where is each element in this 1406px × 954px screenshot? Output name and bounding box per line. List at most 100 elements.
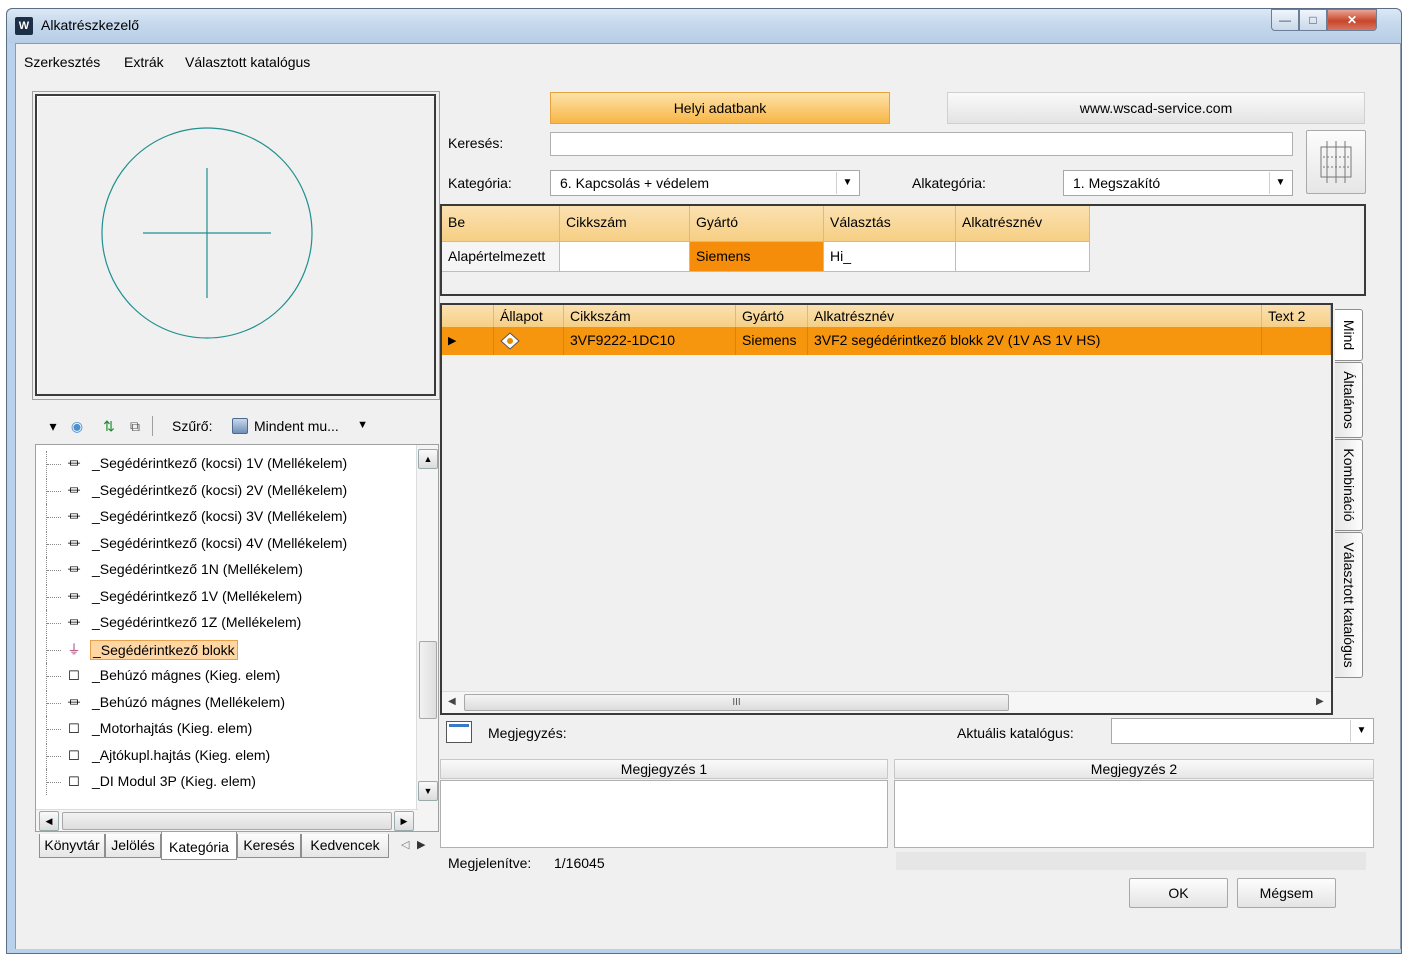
hscroll-thumb[interactable] [62,812,392,830]
tree-item[interactable]: ☐ _DI Modul 3P (Kieg. elem) [36,769,408,795]
results-header-alkatresznev[interactable]: Alkatrésznév [808,305,1262,327]
search-input[interactable] [550,132,1293,156]
hscroll-thumb[interactable]: III [464,694,1009,711]
tree-item[interactable]: ⏛ _Segédérintkező (kocsi) 2V (Mellékelem) [36,477,408,504]
category-label: Kategória: [448,175,512,191]
monitor-icon [232,418,248,434]
tree-vertical-scrollbar[interactable]: ▲ ▼ [416,445,438,831]
result-cikkszam[interactable]: 3VF9222-1DC10 [564,327,736,355]
filter-label: Szűrő: [172,418,213,434]
title-bar[interactable]: W Alkatrészkezelő — □ ✕ [7,9,1401,43]
tree-item[interactable]: ☐ _Ajtókupl.hajtás (Kieg. elem) [36,742,408,769]
tree-connector [47,676,61,677]
chevron-down-icon: ▼ [357,419,368,431]
filter-header-be[interactable]: Be [442,206,560,242]
category-dropdown[interactable]: 6. Kapcsolás + védelem ▼ [550,170,860,196]
filter-cell-be[interactable]: Alapértelmezett [442,242,560,272]
catalog-dropdown[interactable]: ▼ [1111,718,1374,744]
scroll-thumb[interactable] [419,641,437,719]
scroll-down-icon[interactable]: ▼ [418,781,438,801]
refresh-icon[interactable]: ⇅ [100,417,118,435]
vtab-mind-label: Mind [1340,319,1357,351]
tab-jeloles[interactable]: Jelölés [105,834,161,858]
vtab-valasztott-katalogus[interactable]: Választott katalógus [1335,532,1363,678]
search-label: Keresés: [448,135,504,151]
tree-item[interactable]: ☐ _Motorhajtás (Kieg. elem) [36,716,408,742]
filter-header-alkatresznev[interactable]: Alkatrésznév [956,206,1090,242]
dropdown-arrow-icon[interactable]: ▾ [44,417,62,435]
tree-connector [47,729,61,730]
tree-item[interactable]: ⏛ _Segédérintkező (kocsi) 3V (Mellékelem) [36,504,408,530]
results-header-cikkszam[interactable]: Cikkszám [564,305,736,327]
tab-scroll-left-icon[interactable]: ◁ [401,838,409,851]
toolbar-separator [152,416,153,436]
tree-item[interactable]: ⏚ _Segédérintkező blokk [36,636,408,663]
result-text2[interactable] [1262,327,1331,355]
tree-item[interactable]: ⏛ _Segédérintkező 1V (Mellékelem) [36,583,408,610]
copy-icon[interactable]: ⧉ [126,417,144,435]
maximize-button[interactable]: □ [1299,9,1327,31]
note2-header[interactable]: Megjegyzés 2 [894,759,1374,779]
tree-item[interactable]: ☐ _Behúzó mágnes (Kieg. elem) [36,663,408,689]
filter-header-cikkszam[interactable]: Cikkszám [560,206,690,242]
result-gyarto[interactable]: Siemens [736,327,808,355]
note2-textbox[interactable] [894,780,1374,848]
scroll-left-icon[interactable]: ◀ [39,811,59,831]
symbol-preview [35,94,436,396]
results-header-gyarto[interactable]: Gyártó [736,305,808,327]
window-title: Alkatrészkezelő [41,17,140,33]
tree-item[interactable]: ⏛ _Segédérintkező 1Z (Mellékelem) [36,610,408,636]
scroll-right-icon[interactable]: ▶ [394,811,414,831]
row-selector-icon[interactable]: ▶ [442,327,494,355]
globe-icon[interactable]: ◉ [68,417,86,435]
menu-extrak[interactable]: Extrák [124,54,164,70]
minimize-button[interactable]: — [1271,9,1299,31]
filter-cell-valasztas[interactable]: Hi_ [824,242,956,272]
wscad-service-button[interactable]: www.wscad-service.com [947,92,1365,124]
results-header-text2[interactable]: Text 2 [1262,305,1331,327]
vtab-kombinacio[interactable]: Kombináció [1335,439,1363,531]
ok-button[interactable]: OK [1129,878,1228,908]
menu-valasztott-katalogus[interactable]: Választott katalógus [185,54,310,70]
tab-scroll-right-icon[interactable]: ▶ [417,838,425,851]
circuit-diagram-button[interactable] [1306,130,1366,194]
filter-header-gyarto[interactable]: Gyártó [690,206,824,242]
scroll-left-icon[interactable]: ◀ [448,696,456,707]
scroll-right-icon[interactable]: ▶ [1316,696,1324,707]
vtab-mind[interactable]: Mind [1335,309,1363,361]
tree-item-label: _Segédérintkező blokk [90,639,238,660]
filter-cell-gyarto[interactable]: Siemens [690,242,824,272]
app-window: W Alkatrészkezelő — □ ✕ Szerkesztés Extr… [6,8,1402,954]
filter-dropdown[interactable]: Mindent mu... ▼ [224,414,374,438]
scroll-up-icon[interactable]: ▲ [418,449,438,469]
cancel-button[interactable]: Mégsem [1237,878,1336,908]
results-horizontal-scrollbar[interactable]: ◀ III ▶ [442,691,1331,713]
local-db-button[interactable]: Helyi adatbank [550,92,890,124]
category-tree[interactable]: ⏛ _Segédérintkező (kocsi) 1V (Mellékelem)… [35,444,439,832]
tree-item[interactable]: ⏛ _Segédérintkező 1N (Mellékelem) [36,557,408,583]
category-value: 6. Kapcsolás + védelem [560,175,710,191]
status-icon[interactable] [494,327,564,355]
note1-textbox[interactable] [440,780,888,848]
close-button[interactable]: ✕ [1327,9,1377,31]
tab-konyvtar[interactable]: Könyvtár [39,834,105,858]
tab-kedvencek[interactable]: Kedvencek [301,834,389,858]
filter-header-valasztas[interactable]: Választás [824,206,956,242]
tree-item[interactable]: ⏛ _Behúzó mágnes (Mellékelem) [36,689,408,716]
vtab-altalanos[interactable]: Általános [1335,362,1363,438]
tree-item[interactable]: ⏛ _Segédérintkező (kocsi) 1V (Mellékelem) [36,451,408,477]
note-window-icon[interactable] [446,721,472,743]
menu-szerkesztes[interactable]: Szerkesztés [24,54,100,70]
tab-kategoria[interactable]: Kategória [161,832,237,860]
filter-cell-alkatresznev[interactable] [956,242,1090,272]
note1-header[interactable]: Megjegyzés 1 [440,759,888,779]
tree-item[interactable]: ⏛ _Segédérintkező (kocsi) 4V (Mellékelem) [36,530,408,557]
results-header-allapot[interactable]: Állapot [494,305,564,327]
subcategory-dropdown[interactable]: 1. Megszakító ▼ [1063,170,1293,196]
component-icon: ⏛ [67,509,81,524]
tab-kereses[interactable]: Keresés [237,834,301,858]
result-alkatresznev[interactable]: 3VF2 segédérintkező blokk 2V (1V AS 1V H… [808,327,1262,355]
filter-cell-cikkszam[interactable] [560,242,690,272]
tree-connector [47,755,61,757]
tree-horizontal-scrollbar[interactable]: ◀ ▶ [36,809,418,831]
